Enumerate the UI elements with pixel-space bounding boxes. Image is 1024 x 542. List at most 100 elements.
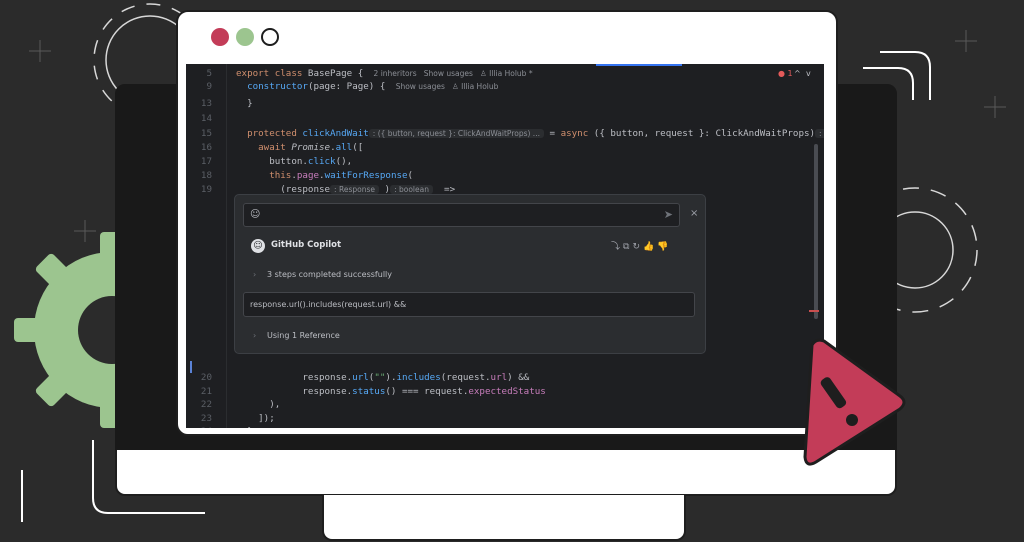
code-token: (: [407, 170, 414, 181]
chevron-right-icon[interactable]: ›: [253, 331, 256, 340]
code-text: export class BasePage { 2 inheritors Sho…: [236, 67, 533, 80]
close-icon[interactable]: ×: [690, 208, 698, 219]
code-text: protected clickAndWait: ({ button, reque…: [236, 127, 824, 140]
copilot-title: GitHub Copilot: [271, 240, 342, 250]
line-number[interactable]: 19: [186, 183, 212, 196]
code-token: url: [490, 372, 508, 383]
code-token: all: [335, 142, 353, 153]
line-number[interactable]: 23: [186, 412, 212, 425]
code-token: protected: [236, 128, 303, 139]
code-token: includes: [396, 372, 441, 383]
line-number[interactable]: 5: [186, 67, 212, 80]
regenerate-icon[interactable]: ↻: [632, 242, 643, 252]
code-token: ),: [236, 399, 281, 410]
code-text: };: [236, 425, 258, 428]
code-token: BasePage {: [307, 68, 369, 79]
line-number[interactable]: 18: [186, 169, 212, 182]
copilot-avatar: ☺: [251, 239, 265, 253]
code-token: "": [374, 372, 386, 383]
code-text: }: [236, 97, 253, 110]
code-token: response.: [236, 372, 353, 383]
error-stripe-mark[interactable]: [809, 310, 819, 312]
title-bar: [178, 12, 836, 62]
send-icon[interactable]: ➤: [664, 208, 673, 221]
line-number[interactable]: 20: [186, 371, 212, 384]
code-token: ]);: [236, 413, 275, 424]
code-token: Promise: [291, 142, 331, 153]
line-number[interactable]: 22: [186, 398, 212, 411]
code-text: ]);: [236, 412, 275, 425]
references-toggle[interactable]: Using 1 Reference: [267, 331, 340, 340]
insert-icon[interactable]: ⤵: [611, 242, 623, 252]
code-token: click: [307, 156, 336, 167]
code-text: this.page.waitForResponse(: [236, 169, 413, 182]
line-number[interactable]: 13: [186, 97, 212, 110]
code-token: };: [236, 426, 258, 428]
next-error-icon[interactable]: v: [806, 69, 811, 78]
code-token: (request.: [440, 372, 491, 383]
close-window-button[interactable]: [211, 28, 229, 46]
code-token: (),: [335, 156, 353, 167]
chevron-right-icon[interactable]: ›: [253, 270, 256, 279]
code-token: this: [236, 170, 292, 181]
code-token: ).: [385, 372, 397, 383]
code-token: =: [543, 128, 561, 139]
vertical-scrollbar[interactable]: [814, 144, 818, 319]
error-count: 1: [787, 69, 793, 78]
suggestion-code-block[interactable]: response.url().includes(request.url) &&: [243, 292, 695, 317]
line-number[interactable]: 14: [186, 112, 212, 125]
app-window: ● 1 ^ v 5 export class BasePage { 2 inher…: [176, 10, 838, 436]
copilot-icon: ☺: [250, 209, 261, 220]
code-text: response.status() === request.expectedSt…: [236, 385, 546, 398]
thumbs-up-icon[interactable]: 👍: [643, 242, 657, 252]
code-token: url: [352, 372, 369, 383]
code-text: button.click(),: [236, 155, 352, 168]
code-token: expectedStatus: [468, 386, 546, 397]
active-tab-indicator: [596, 64, 682, 66]
code-token: (page: Page) {: [307, 81, 391, 92]
error-count-badge[interactable]: ● 1: [778, 69, 793, 78]
code-token: button.: [236, 156, 308, 167]
code-token: clickAndWait: [302, 128, 369, 139]
code-vision-hint[interactable]: Show usages ♙ Illia Holub: [391, 82, 499, 91]
line-number[interactable]: 15: [186, 127, 212, 140]
inlay-hint[interactable]: : boolean: [390, 185, 433, 194]
code-token: () === request.: [385, 386, 469, 397]
line-number[interactable]: 9: [186, 80, 212, 93]
line-number[interactable]: 17: [186, 155, 212, 168]
code-token: constructor: [247, 81, 308, 92]
code-text: await Promise.all([: [236, 141, 363, 154]
code-token: response.: [236, 386, 353, 397]
line-number[interactable]: 24: [186, 425, 212, 428]
code-vision-hint[interactable]: 2 inheritors Show usages ♙ Illia Holub *: [369, 69, 533, 78]
maximize-window-button[interactable]: [261, 28, 279, 46]
inlay-hint[interactable]: : Response: [330, 185, 379, 194]
gutter-separator: [226, 64, 227, 428]
code-token: ([: [352, 142, 364, 153]
code-token: status: [352, 386, 386, 397]
code-token: async: [560, 128, 594, 139]
code-text: constructor(page: Page) { Show usages ♙ …: [236, 80, 498, 93]
code-text: ),: [236, 398, 280, 411]
inlay-hint[interactable]: : ({ button, request }: ClickAndWaitProp…: [368, 129, 544, 138]
copilot-popup: ☺ ➤ × ☺ GitHub Copilot ⤵⧉↻👍👎 › 3 steps c…: [234, 194, 706, 354]
code-editor[interactable]: ● 1 ^ v 5 export class BasePage { 2 inher…: [186, 64, 824, 428]
steps-status[interactable]: 3 steps completed successfully: [267, 270, 392, 279]
code-token: ({ button, request }: ClickAndWaitProps): [593, 128, 816, 139]
copilot-actions: ⤵⧉↻👍👎: [611, 239, 671, 252]
code-token: ) &&: [507, 372, 530, 383]
previous-error-icon[interactable]: ^: [794, 69, 801, 78]
inlay-hint[interactable]: : Promise<void>: [815, 129, 824, 138]
minimize-window-button[interactable]: [236, 28, 254, 46]
copilot-prompt-input[interactable]: ☺ ➤: [243, 203, 680, 227]
code-token: page: [296, 170, 320, 181]
line-number[interactable]: 16: [186, 141, 212, 154]
thumbs-down-icon[interactable]: 👎: [657, 242, 671, 252]
code-text: response.url("").includes(request.url) &…: [236, 371, 529, 384]
code-token: }: [236, 98, 253, 109]
code-token: await: [236, 142, 292, 153]
line-number[interactable]: 21: [186, 385, 212, 398]
monitor-stand: [322, 495, 686, 541]
code-token: export class: [236, 68, 308, 79]
